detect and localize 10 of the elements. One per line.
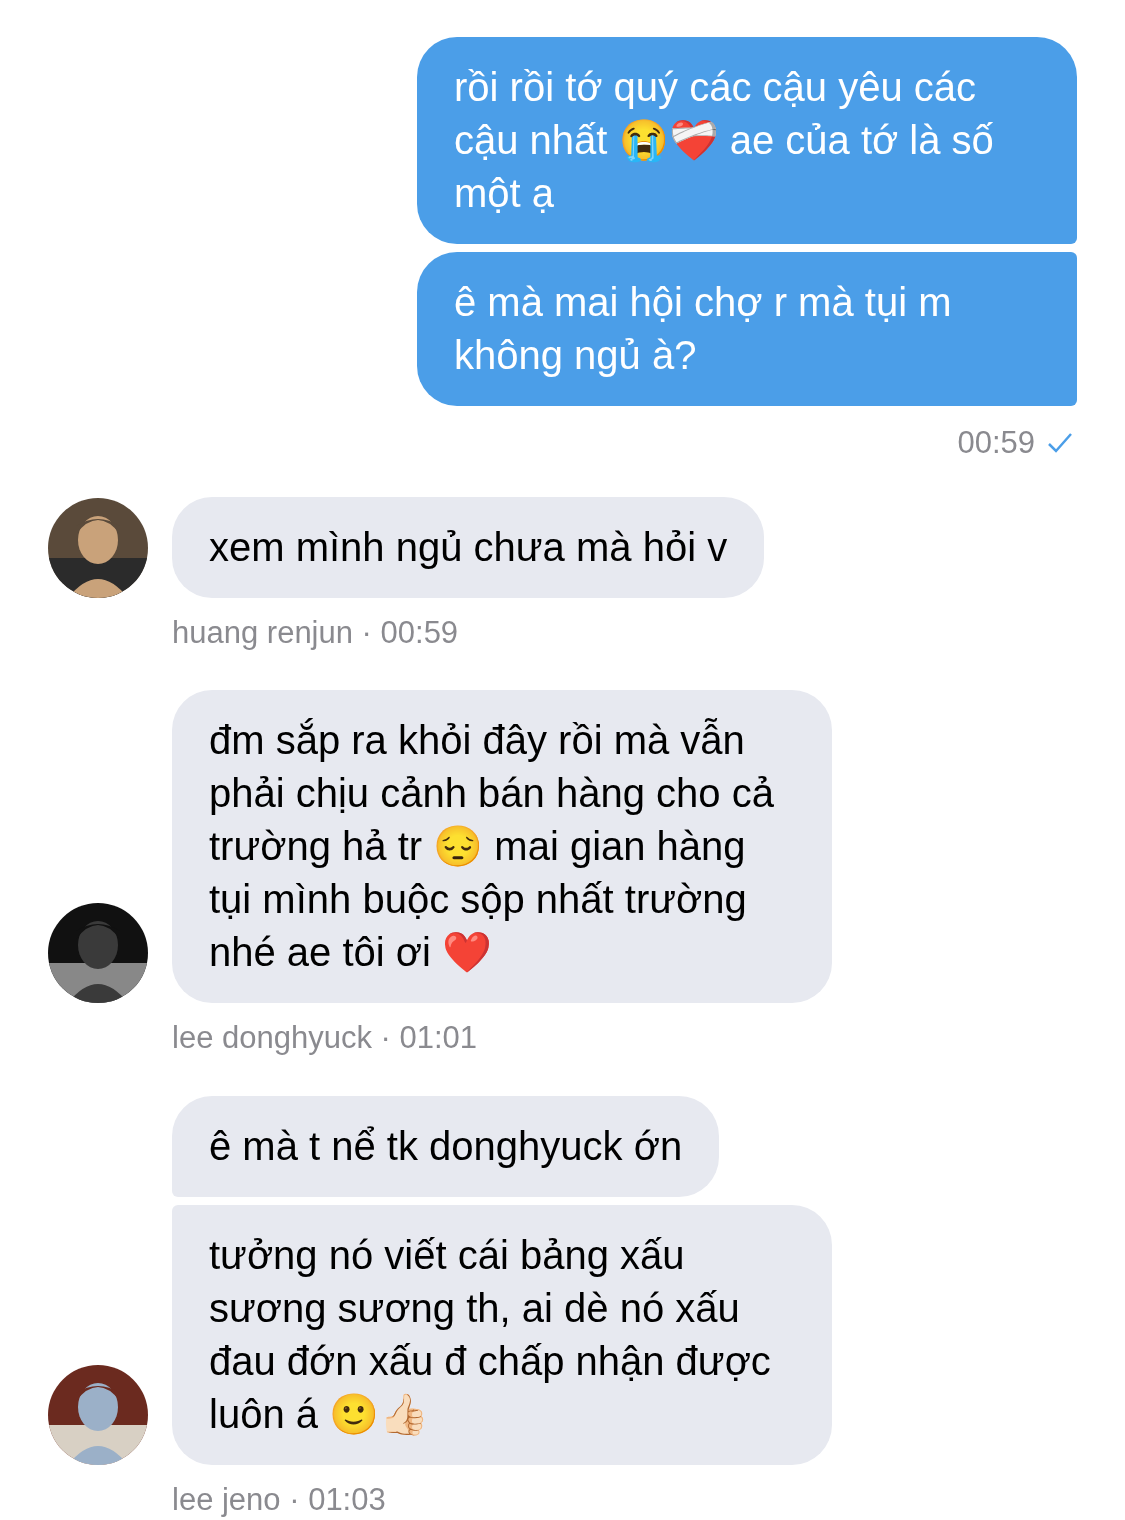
message-bubble: ê mà mai hội chợ r mà tụi m không ngủ à?	[417, 252, 1077, 406]
message-meta: huang renjun · 00:59	[172, 613, 459, 652]
message-bubble: xem mình ngủ chưa mà hỏi v	[172, 496, 765, 598]
message-time: 00:59	[957, 424, 1035, 462]
message-meta: lee jeno · 01:03	[172, 1480, 386, 1519]
message-bubble: ê mà t nể tk donghyuck ớn	[172, 1095, 720, 1197]
message-bubble: đm sắp ra khỏi đây rồi mà vẫn phải chịu cảnh bán hàng cho cả trường hả tr 😔 mai gian hàng tụi mình buộc sộp nhất trường nhé ae tôi ơi ❤	[172, 690, 832, 1003]
message-bubble: rồi rồi tớ quý các cậu yêu các cậu nhất 😭❤‍🩹 ae của tớ là số một ạ	[417, 37, 1077, 244]
message-meta: lee donghyuck · 01:01	[172, 1019, 478, 1057]
message-bubble: tưởng nó viết cái bảng xấu sương sương th, ai dè nó xấu đau đớn xấu đ chấp nhận được luôn á 🙂👍🏻	[172, 1204, 832, 1465]
